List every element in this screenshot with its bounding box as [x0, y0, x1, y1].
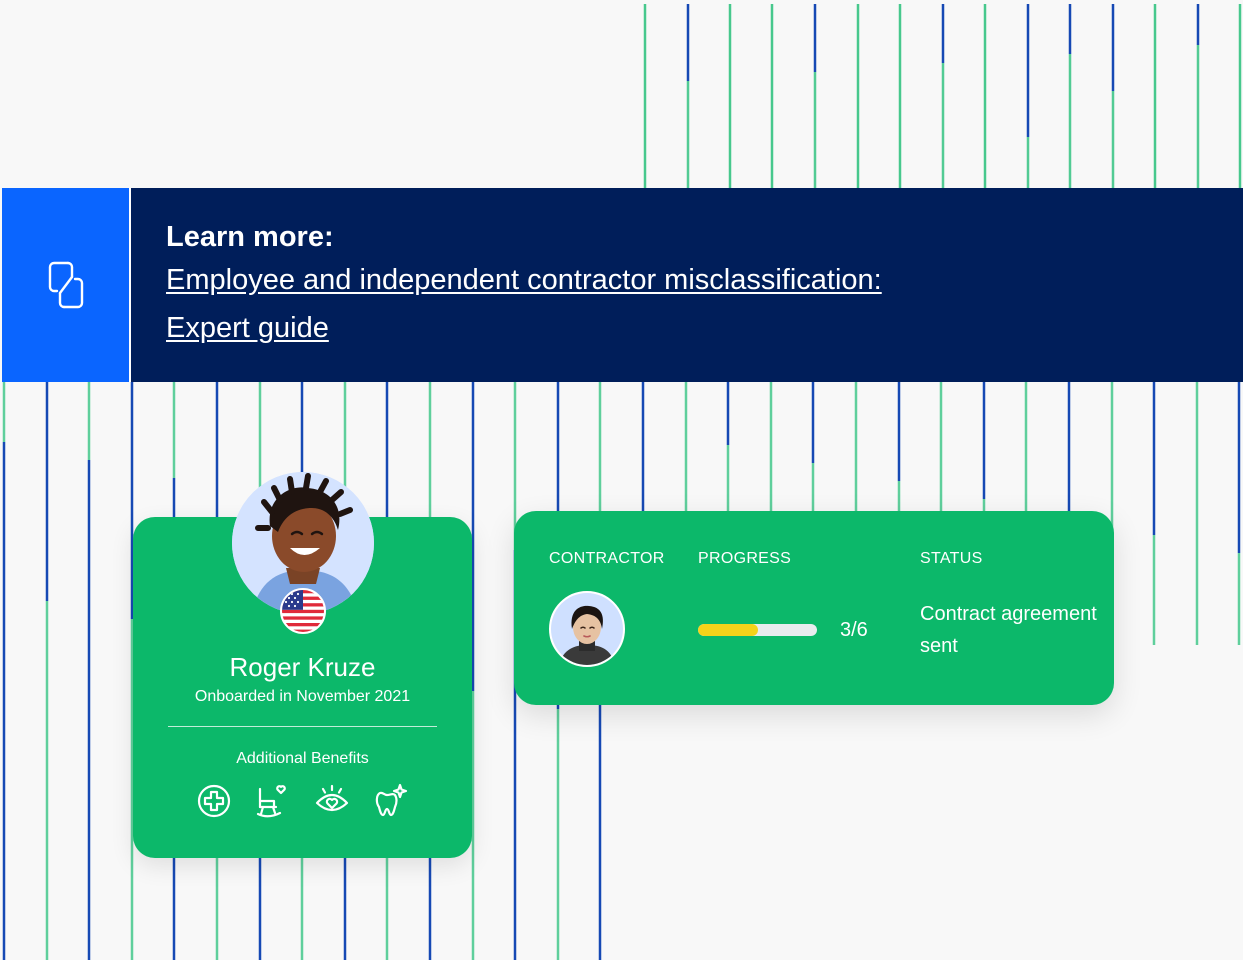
employee-name: Roger Kruze: [229, 652, 376, 682]
profile-divider: [168, 726, 437, 727]
eye-heart-icon[interactable]: [314, 783, 350, 819]
document-link-icon: [48, 261, 83, 309]
contractor-column-header: CONTRACTOR: [549, 550, 665, 567]
banner-heading: Learn more:: [166, 221, 334, 253]
contractor-photo-illustration: [551, 593, 623, 665]
tooth-sparkle-icon[interactable]: [372, 783, 408, 819]
guide-link-line-2[interactable]: Expert guide: [166, 304, 1056, 352]
us-flag-icon: [280, 588, 326, 634]
progress-count: 3/6: [840, 619, 868, 641]
benefits-label: Additional Benefits: [236, 750, 369, 767]
progress-bar: [698, 624, 817, 636]
status-column-header: STATUS: [920, 550, 983, 567]
banner-text: Learn more: Employee and independent con…: [166, 218, 1203, 352]
medical-cross-icon[interactable]: [196, 783, 232, 819]
progress-column-header: PROGRESS: [698, 550, 792, 567]
learn-more-banner: Learn more: Employee and independent con…: [2, 188, 1243, 382]
progress-bar-fill: [698, 624, 758, 636]
rocking-chair-heart-icon[interactable]: [254, 783, 290, 819]
banner-divider: [129, 188, 131, 382]
onboarded-date: Onboarded in November 2021: [194, 688, 411, 705]
guide-link-line-1[interactable]: Employee and independent contractor misc…: [166, 256, 1056, 304]
banner-icon-box: [2, 188, 129, 382]
contractor-avatar: [549, 591, 625, 667]
status-text: Contract agreement sent: [920, 603, 1097, 657]
